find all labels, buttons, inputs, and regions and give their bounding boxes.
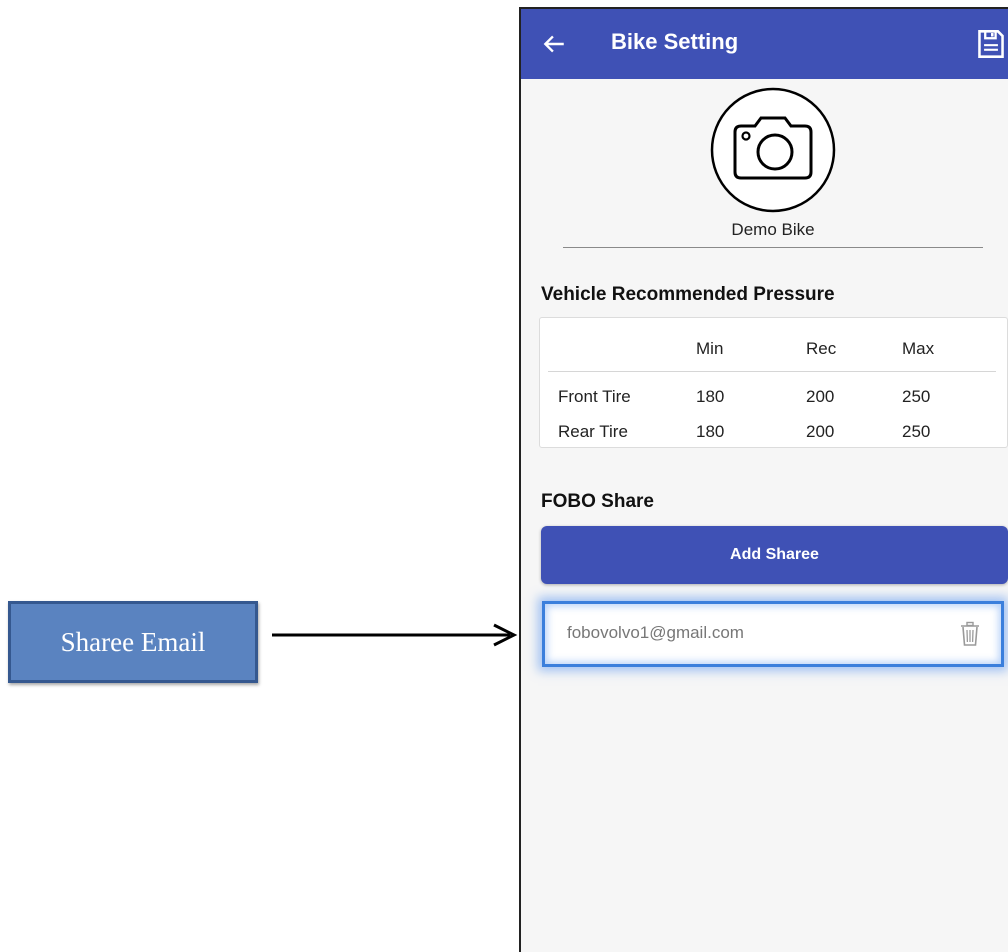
front-min-value: 180 — [696, 387, 725, 406]
row-label: Front Tire — [558, 387, 631, 406]
row-label: Rear Tire — [558, 422, 628, 441]
pressure-section-title: Vehicle Recommended Pressure — [541, 284, 835, 305]
add-sharee-button[interactable]: Add Sharee — [541, 526, 1008, 584]
annotation-arrow-icon — [272, 623, 518, 647]
header-min: Min — [696, 339, 724, 358]
bike-name-field[interactable]: Demo Bike — [563, 220, 983, 240]
trash-icon[interactable] — [959, 621, 981, 647]
rear-max-value: 250 — [902, 422, 931, 441]
header-rec: Rec — [806, 339, 837, 358]
share-section-title: FOBO Share — [541, 491, 654, 512]
header-max: Max — [902, 339, 935, 358]
annotation-callout-box: Sharee Email — [8, 601, 258, 683]
sharee-list-item[interactable]: fobovolvo1@gmail.com — [542, 601, 1004, 667]
table-divider — [548, 371, 996, 372]
add-sharee-label: Add Sharee — [730, 546, 819, 563]
camera-icon[interactable] — [709, 86, 837, 214]
app-bar: Bike Setting — [521, 9, 1008, 79]
annotation-label: Sharee Email — [60, 626, 206, 657]
pressure-table: Min Rec Max Front Tire 180 200 250 Rear … — [539, 317, 1008, 448]
rear-rec-value: 200 — [806, 422, 835, 441]
bike-name-underline — [563, 247, 983, 248]
save-floppy-icon[interactable] — [977, 29, 1005, 59]
page-title: Bike Setting — [611, 29, 739, 54]
front-rec-value: 200 — [806, 387, 835, 406]
phone-screen: Bike Setting Demo Bike Vehicle Recommend… — [519, 7, 1008, 952]
front-max-value: 250 — [902, 387, 931, 406]
sharee-email: fobovolvo1@gmail.com — [567, 623, 744, 642]
rear-min-value: 180 — [696, 422, 725, 441]
arrow-left-icon[interactable] — [541, 31, 567, 57]
